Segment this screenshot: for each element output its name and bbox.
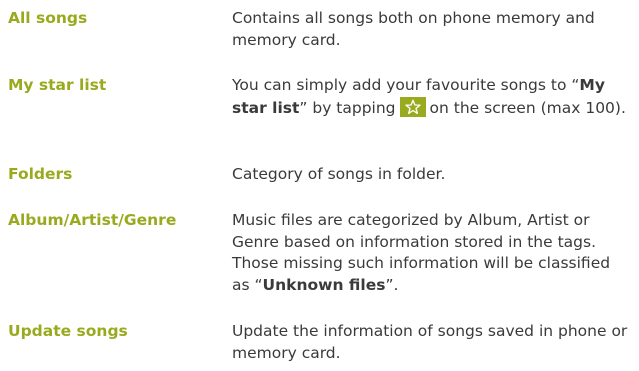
term-all-songs: All songs (8, 9, 88, 27)
term-update-songs: Update songs (8, 322, 128, 340)
term-my-star-list: My star list (8, 76, 107, 94)
definition-text: ” by tapping (299, 98, 396, 117)
definition-text: ”. (385, 275, 399, 294)
definition-bold-text: Unknown files (262, 275, 386, 294)
definition-update-songs: Update the information of songs saved in… (232, 322, 628, 362)
definition-album-artist-genre: Music files are categorized by Album, Ar… (232, 210, 632, 296)
definition-all-songs: Contains all songs both on phone memory … (232, 9, 595, 49)
star-icon (399, 96, 426, 117)
term-folders: Folders (8, 165, 73, 183)
definition-text: You can simply add your favourite songs … (232, 76, 580, 94)
definition-folders: Category of songs in folder. (232, 165, 446, 183)
term-album-artist-genre: Album/Artist/Genre (8, 211, 177, 229)
definition-text: on the screen (max 100). (429, 98, 626, 117)
definition-my-star-list: You can simply add your favourite songs … (232, 75, 632, 119)
